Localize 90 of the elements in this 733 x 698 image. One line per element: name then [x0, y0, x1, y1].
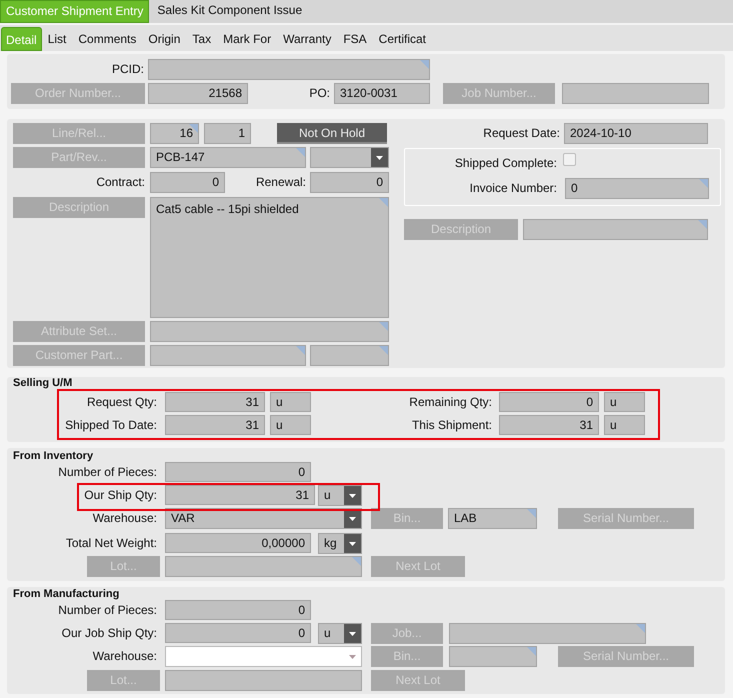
- field-label: Our Ship Qty:: [83, 487, 157, 504]
- dropdown[interactable]: kg: [318, 533, 362, 554]
- field-label: Number of Pieces:: [57, 464, 157, 481]
- caret-icon: [349, 494, 356, 498]
- field-label: Invoice Number:: [468, 180, 557, 197]
- field-label: Warehouse:: [92, 648, 157, 665]
- dropdown[interactable]: VAR: [165, 508, 362, 529]
- text-field[interactable]: 31: [165, 392, 265, 412]
- corner-tick-icon: [379, 346, 388, 355]
- text-field[interactable]: 0: [165, 623, 311, 643]
- text-field[interactable]: [165, 670, 362, 691]
- checkbox[interactable]: [563, 153, 576, 166]
- corner-tick-icon: [379, 198, 388, 207]
- field-label: Total Net Weight:: [64, 535, 157, 552]
- corner-tick-icon: [420, 60, 429, 69]
- field-label: PO:: [308, 85, 330, 102]
- text-field[interactable]: 16: [150, 123, 199, 144]
- text-field[interactable]: 31: [165, 485, 315, 505]
- corner-tick-icon: [698, 220, 707, 229]
- corner-tick-icon: [527, 509, 536, 518]
- text-field[interactable]: [150, 321, 389, 342]
- field-label: This Shipment:: [410, 417, 492, 434]
- caret-icon: [349, 632, 356, 636]
- dropdown[interactable]: [165, 646, 362, 667]
- text-field[interactable]: 21568: [148, 83, 248, 104]
- field-label: Renewal:: [254, 174, 306, 191]
- text-field[interactable]: 0: [165, 600, 311, 620]
- tab[interactable]: Origin: [142, 27, 186, 51]
- dropdown[interactable]: u: [318, 485, 362, 506]
- text-field[interactable]: 2024-10-10: [564, 123, 708, 144]
- field-label: PCID:: [110, 61, 144, 78]
- caret-icon: [349, 542, 356, 546]
- text-field[interactable]: 0: [565, 178, 709, 199]
- text-field[interactable]: 0: [150, 172, 225, 193]
- section-title: From Inventory: [13, 450, 94, 462]
- text-field[interactable]: PCB-147: [150, 147, 306, 168]
- field-label: Our Job Ship Qty:: [60, 625, 157, 642]
- text-field[interactable]: 0: [310, 172, 389, 193]
- text-field[interactable]: [449, 646, 537, 667]
- corner-tick-icon: [636, 624, 645, 633]
- text-field[interactable]: 3120-0031: [334, 83, 430, 104]
- corner-tick-icon: [352, 557, 361, 566]
- text-field[interactable]: 31: [499, 415, 599, 435]
- field-label: Contract:: [95, 174, 145, 191]
- field-label: Shipped To Date:: [64, 417, 157, 434]
- tab[interactable]: Sales Kit Component Issue: [152, 0, 308, 23]
- text-field[interactable]: [449, 623, 646, 644]
- tab[interactable]: List: [42, 27, 72, 51]
- dropdown[interactable]: u: [318, 623, 362, 644]
- dropdown[interactable]: [310, 147, 389, 168]
- tab[interactable]: Mark For: [217, 27, 278, 51]
- field-label: Number of Pieces:: [57, 602, 157, 619]
- text-field[interactable]: [562, 83, 709, 104]
- text-field[interactable]: u: [270, 415, 311, 435]
- corner-tick-icon: [296, 148, 305, 157]
- tab[interactable]: Tax: [186, 27, 218, 51]
- text-field[interactable]: [523, 219, 708, 240]
- field-label: Warehouse:: [92, 510, 157, 527]
- tab[interactable]: FSA: [337, 27, 373, 51]
- text-field[interactable]: [165, 556, 362, 577]
- text-field[interactable]: 1: [204, 123, 251, 144]
- text-field[interactable]: LAB: [448, 508, 537, 529]
- corner-tick-icon: [296, 346, 305, 355]
- tab[interactable]: Warranty: [277, 27, 338, 51]
- text-field[interactable]: 0: [499, 392, 599, 412]
- field-label: Request Qty:: [86, 394, 157, 411]
- tab[interactable]: Certificat: [372, 27, 432, 51]
- tab[interactable]: Comments: [72, 27, 142, 51]
- corner-tick-icon: [699, 179, 708, 188]
- text-field[interactable]: 0,00000: [165, 533, 311, 553]
- field-label: Shipped Complete:: [454, 155, 557, 172]
- corner-tick-icon: [527, 647, 536, 656]
- status-button[interactable]: Not On Hold: [277, 123, 387, 144]
- caret-icon: [349, 516, 356, 520]
- section-title: From Manufacturing: [13, 589, 120, 600]
- section-title: Selling U/M: [13, 378, 72, 389]
- caret-icon: [376, 156, 383, 160]
- field-label: Remaining Qty:: [408, 394, 492, 411]
- text-field[interactable]: [148, 59, 430, 80]
- text-field[interactable]: 0: [165, 462, 311, 482]
- text-field[interactable]: u: [604, 415, 645, 435]
- text-field[interactable]: 31: [165, 415, 265, 435]
- caret-icon: [349, 654, 356, 658]
- corner-tick-icon: [379, 322, 388, 331]
- text-field[interactable]: [310, 345, 389, 366]
- text-field[interactable]: u: [604, 392, 645, 412]
- text-area[interactable]: Cat5 cable -- 15pi shielded: [150, 197, 389, 318]
- text-field[interactable]: [150, 345, 306, 366]
- text-field[interactable]: u: [270, 392, 311, 412]
- field-label: Request Date:: [482, 125, 560, 142]
